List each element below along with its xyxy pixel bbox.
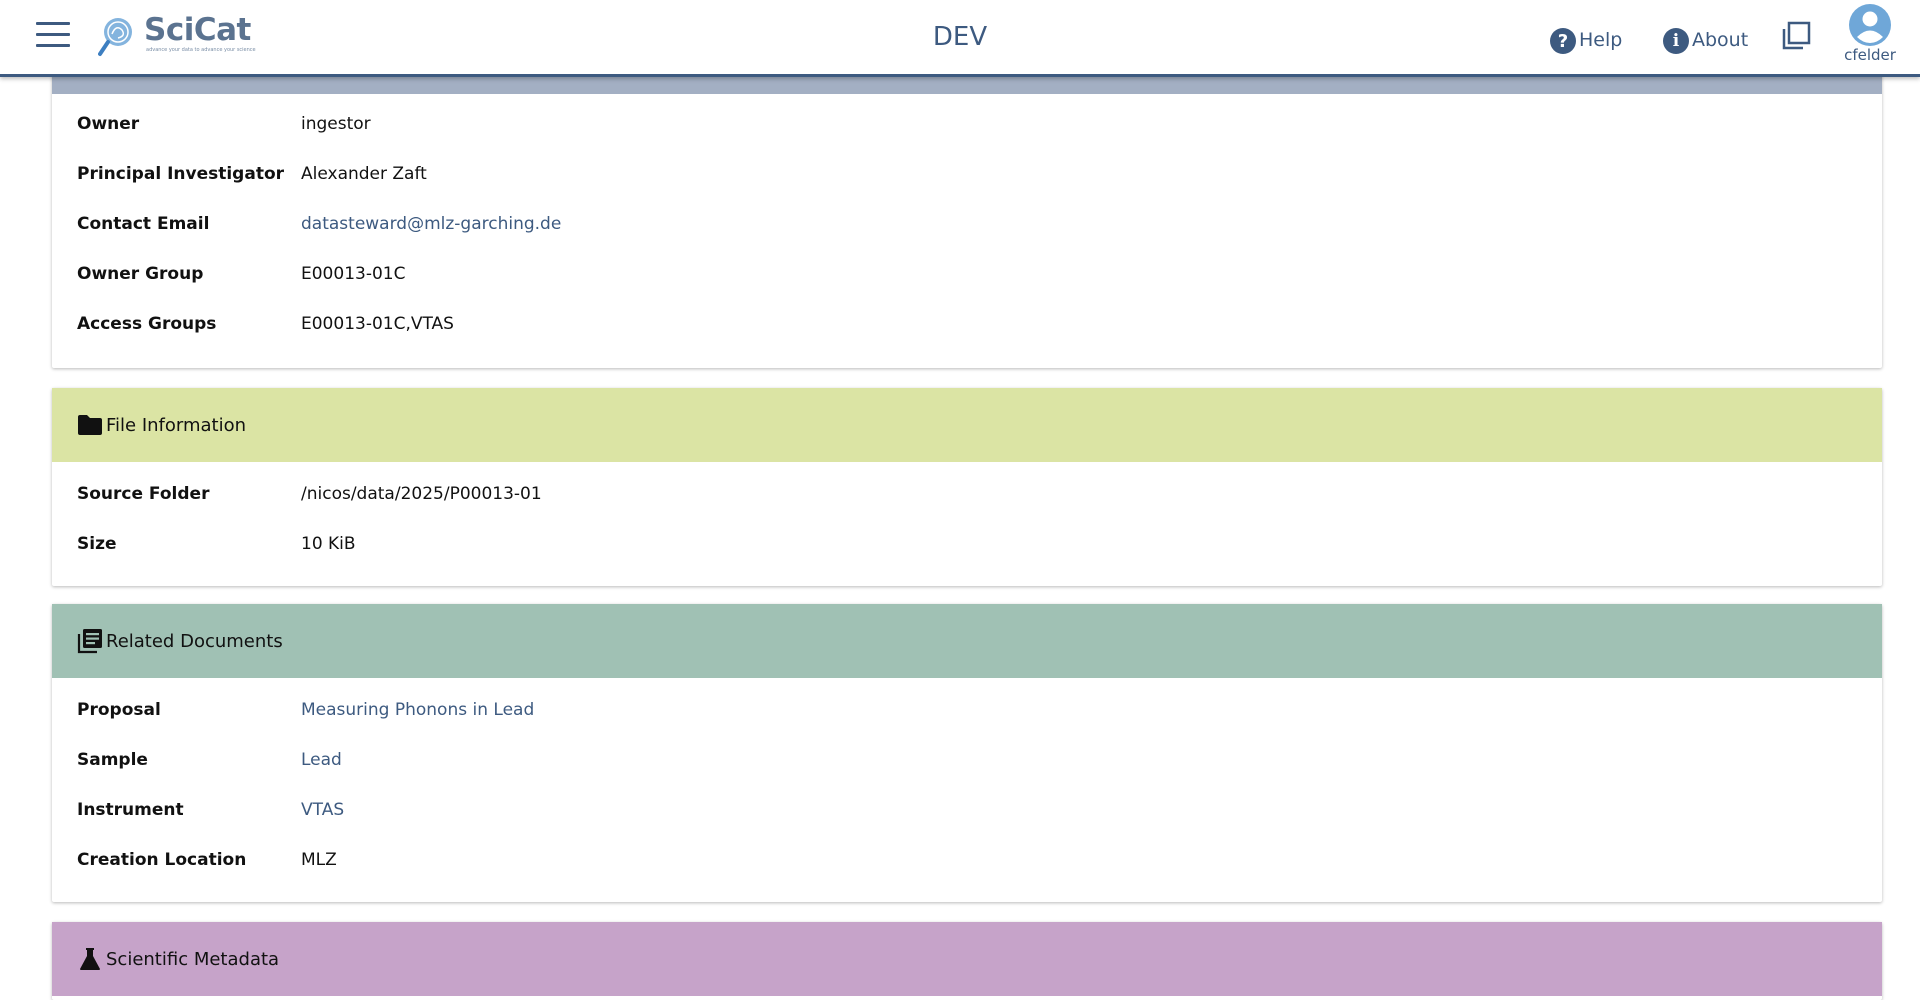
principal-investigator-row: Principal Investigator Alexander Zaft: [52, 150, 1882, 200]
menu-icon[interactable]: [36, 22, 70, 52]
file-information-header: File Information: [52, 388, 1882, 462]
proposal-row: Proposal Measuring Phonons in Lead: [52, 686, 1882, 736]
scientific-metadata-card: Scientific Metadata: [52, 922, 1882, 1000]
field-label: Creation Location: [77, 850, 247, 870]
top-toolbar: SciCat advance your data to advance your…: [0, 0, 1920, 77]
field-label: Contact Email: [77, 214, 210, 234]
field-label: Principal Investigator: [77, 164, 285, 184]
documents-icon: [76, 627, 104, 655]
about-label: About: [1692, 29, 1749, 51]
field-label: Access Groups: [77, 314, 217, 334]
contact-email-link[interactable]: datasteward@mlz-garching.de: [301, 214, 561, 234]
field-label: Instrument: [77, 800, 184, 820]
file-information-title: File Information: [106, 414, 247, 436]
field-label: Owner: [77, 114, 140, 134]
scientific-metadata-title: Scientific Metadata: [106, 948, 280, 970]
instrument-row: Instrument VTAS: [52, 786, 1882, 836]
field-label: Source Folder: [77, 484, 210, 504]
access-groups-row: Access Groups E00013-01C,VTAS: [52, 300, 1882, 350]
field-label: Owner Group: [77, 264, 204, 284]
field-label: Proposal: [77, 700, 161, 720]
owner-group-value: E00013-01C: [301, 264, 406, 284]
help-label: Help: [1579, 29, 1623, 51]
creation-location-value: MLZ: [301, 850, 337, 870]
sample-row: Sample Lead: [52, 736, 1882, 786]
owner-row: Owner ingestor: [52, 100, 1882, 150]
principal-investigator-value: Alexander Zaft: [301, 164, 427, 184]
size-value: 10 KiB: [301, 534, 356, 554]
instrument-link[interactable]: VTAS: [301, 800, 344, 820]
field-label: Size: [77, 534, 117, 554]
owner-group-row: Owner Group E00013-01C: [52, 250, 1882, 300]
logo-tagline: advance your data to advance your scienc…: [146, 47, 256, 53]
flask-icon: [76, 945, 104, 973]
ownership-card: Owner ingestor Principal Investigator Al…: [52, 60, 1882, 368]
proposal-link[interactable]: Measuring Phonons in Lead: [301, 700, 534, 720]
source-folder-row: Source Folder /nicos/data/2025/P00013-01: [52, 470, 1882, 520]
related-documents-title: Related Documents: [106, 630, 283, 652]
user-menu[interactable]: cfelder: [1844, 2, 1896, 64]
related-documents-card: Related Documents Proposal Measuring Pho…: [52, 604, 1882, 902]
account-icon: [1849, 4, 1891, 46]
logo-text[interactable]: SciCat: [144, 12, 251, 48]
help-icon: ?: [1550, 28, 1576, 54]
window-stack-icon[interactable]: [1780, 20, 1812, 52]
help-link[interactable]: ? Help: [1550, 26, 1622, 54]
sample-link[interactable]: Lead: [301, 750, 342, 770]
source-folder-value: /nicos/data/2025/P00013-01: [301, 484, 542, 504]
site-title: DEV: [932, 22, 988, 52]
owner-value: ingestor: [301, 114, 371, 134]
file-information-card: File Information Source Folder /nicos/da…: [52, 388, 1882, 586]
related-documents-header: Related Documents: [52, 604, 1882, 678]
contact-email-row: Contact Email datasteward@mlz-garching.d…: [52, 200, 1882, 250]
user-name: cfelder: [1844, 46, 1896, 64]
size-row: Size 10 KiB: [52, 520, 1882, 570]
info-icon: i: [1663, 28, 1689, 54]
access-groups-value: E00013-01C,VTAS: [301, 314, 454, 334]
field-label: Sample: [77, 750, 148, 770]
folder-icon: [76, 411, 104, 439]
about-link[interactable]: i About: [1663, 26, 1748, 54]
scientific-metadata-header: Scientific Metadata: [52, 922, 1882, 996]
creation-location-row: Creation Location MLZ: [52, 836, 1882, 886]
